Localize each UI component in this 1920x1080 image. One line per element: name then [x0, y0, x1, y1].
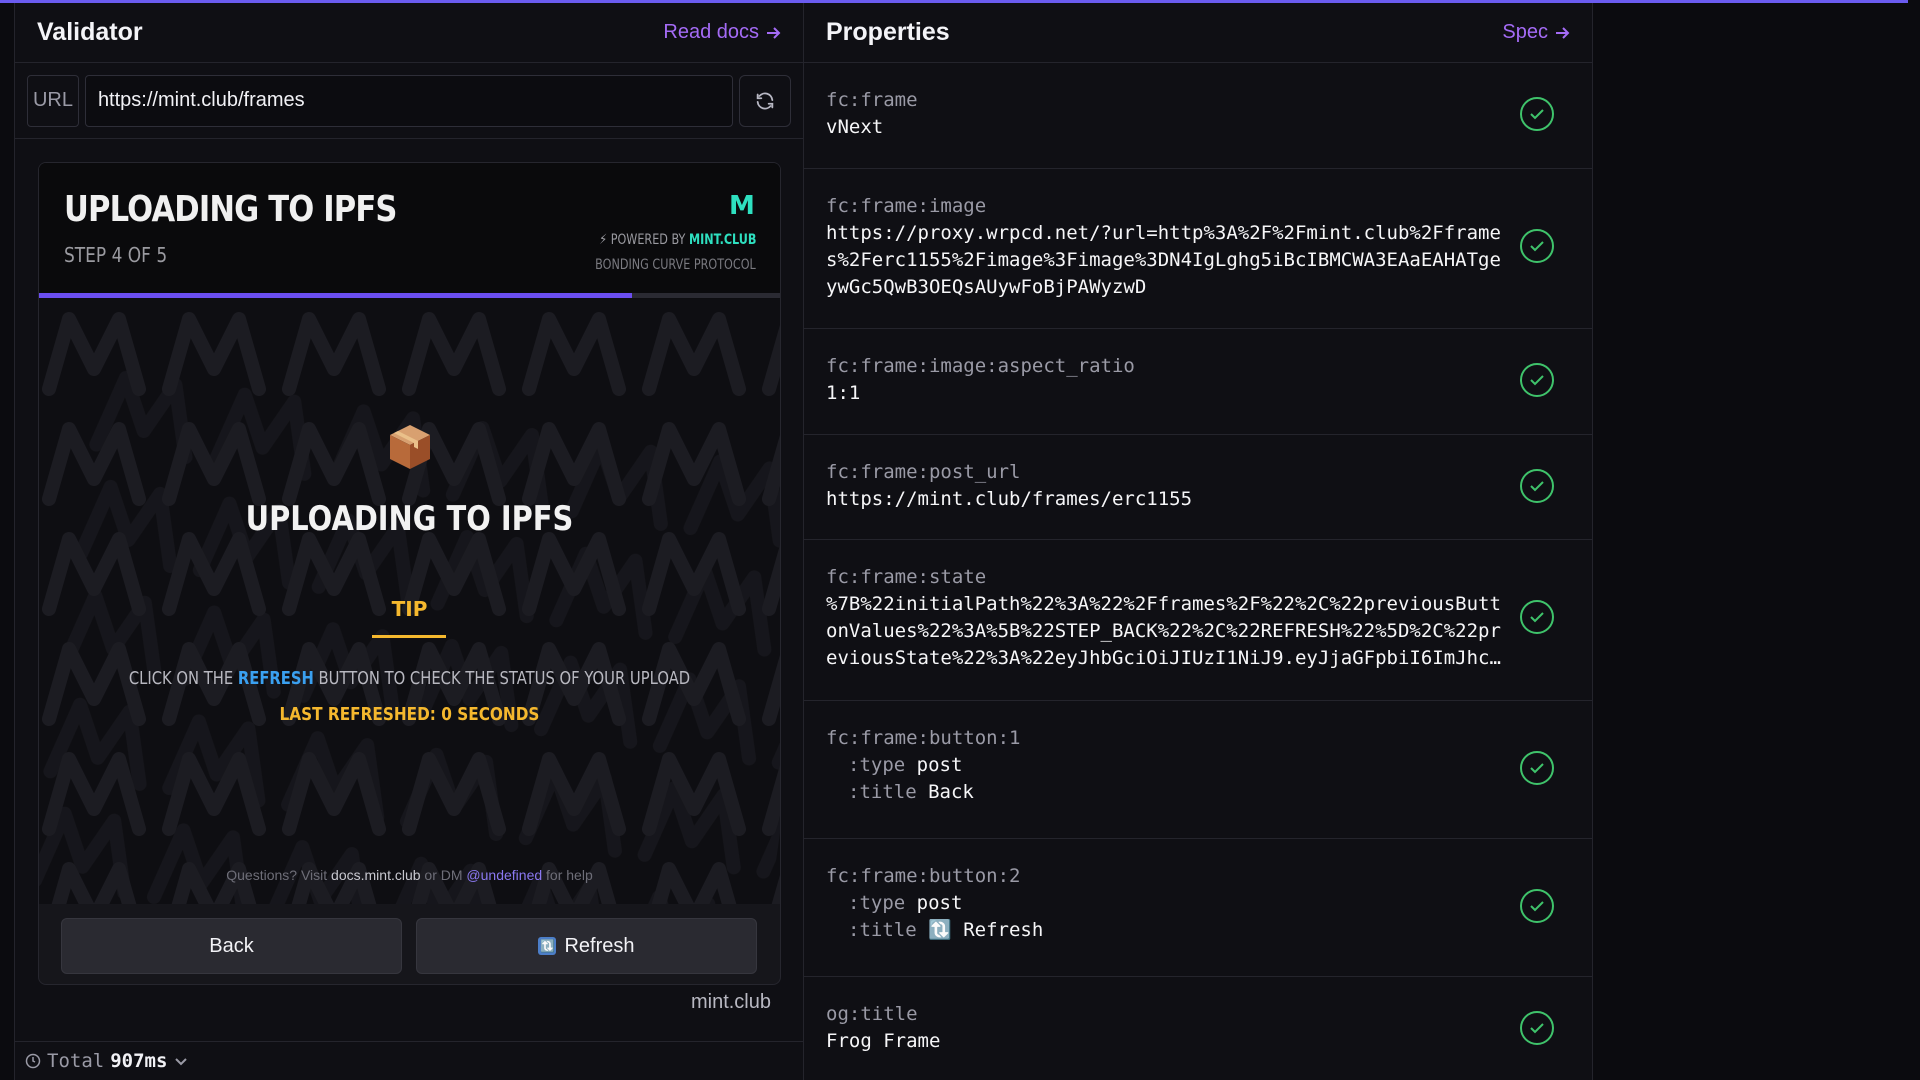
read-docs-link[interactable]: Read docs: [663, 21, 781, 44]
clock-icon: [25, 1053, 41, 1069]
tip-underline: [372, 635, 446, 638]
property-state: fc:frame:state %7B%22initialPath%22%3A%2…: [804, 540, 1592, 701]
total-value: 907ms: [110, 1050, 168, 1072]
refresh-label: Refresh: [564, 934, 635, 957]
property-value: Frog Frame: [826, 1030, 941, 1052]
last-refreshed: LAST REFRESHED: 0 SECONDS: [279, 704, 540, 725]
instr-highlight: REFRESH: [237, 668, 314, 689]
spec-label: Spec: [1502, 21, 1548, 43]
frame-buttons: Back 🔃 Refresh: [61, 918, 757, 974]
validator-title: Validator: [37, 18, 143, 46]
properties-header: Properties Spec: [804, 3, 1592, 63]
sub-value: post: [916, 754, 963, 776]
frame-back-button[interactable]: Back: [61, 918, 402, 974]
refresh-icon: [756, 92, 774, 109]
property-fc-frame-image: fc:frame:image https://proxy.wrpcd.net/?…: [804, 169, 1592, 329]
property-key: fc:frame:button:2: [826, 865, 1021, 887]
mint-club-logo: M: [729, 191, 755, 221]
check-circle-icon: [1520, 1011, 1554, 1045]
property-sub-type: :type post: [826, 752, 1512, 779]
timing-footer[interactable]: Total 907ms: [15, 1041, 803, 1080]
property-sub-type: :type post: [826, 890, 1512, 917]
property-key: fc:frame:image: [826, 195, 987, 217]
property-key: fc:frame:post_url: [826, 461, 1021, 483]
properties-panel: Properties Spec fc:frame vNext fc:frame:…: [804, 3, 1593, 1080]
powered-by: ⚡ POWERED BY MINT.CLUB: [598, 232, 756, 248]
back-label: Back: [209, 934, 254, 957]
powered-brand: MINT.CLUB: [688, 232, 756, 248]
chevron-down-icon: [175, 1058, 188, 1066]
property-sub-title: :title Back: [826, 779, 1512, 806]
sub-key: :title: [848, 919, 917, 941]
sub-value: 🔃 Refresh: [928, 919, 1044, 941]
property-key: fc:frame:state: [826, 566, 987, 588]
sub-key: :title: [848, 781, 917, 803]
check-circle-icon: [1520, 97, 1554, 131]
powered-prefix: POWERED BY: [610, 232, 689, 248]
check-circle-icon: [1520, 469, 1554, 503]
property-value: https://mint.club/frames/erc1155: [826, 488, 1193, 510]
arrow-right-icon: [767, 26, 781, 39]
instr-pre: CLICK ON THE: [128, 668, 238, 689]
property-key: fc:frame:button:1: [826, 727, 1021, 749]
frame-step: STEP 4 OF 5: [64, 243, 168, 267]
properties-title: Properties: [826, 18, 950, 46]
sub-value: post: [916, 892, 963, 914]
help-pre: Questions? Visit: [226, 867, 332, 883]
frame-center-title: UPLOADING TO IPFS: [245, 499, 574, 539]
property-value: %7B%22initialPath%22%3A%22%2Fframes%2F%2…: [826, 593, 1501, 669]
url-row: URL: [15, 63, 803, 139]
validator-panel: Validator Read docs URL U: [14, 3, 804, 1080]
total-label: Total: [47, 1050, 105, 1072]
property-post-url: fc:frame:post_url https://mint.club/fram…: [804, 435, 1592, 540]
frame-host: mint.club: [690, 991, 771, 1013]
progress-fill: [39, 293, 632, 298]
help-mid: or DM: [420, 867, 467, 883]
instr-post: BUTTON TO CHECK THE STATUS OF YOUR UPLOA…: [313, 668, 691, 689]
url-input[interactable]: [84, 74, 734, 127]
frame-refresh-button[interactable]: 🔃 Refresh: [416, 918, 757, 974]
progress-bar: [39, 293, 780, 298]
property-value: 1:1: [826, 382, 861, 404]
check-circle-icon: [1520, 751, 1554, 785]
property-key: og:title: [826, 1003, 918, 1025]
refresh-emoji-icon: 🔃: [538, 937, 557, 955]
help-handle: @undefined: [466, 867, 543, 883]
property-aspect-ratio: fc:frame:image:aspect_ratio 1:1: [804, 329, 1592, 435]
help-docs: docs.mint.club: [331, 867, 421, 883]
arrow-right-icon: [1556, 26, 1570, 39]
property-sub-title: :title 🔃 Refresh: [826, 917, 1512, 944]
sub-value: Back: [928, 781, 974, 803]
spec-link[interactable]: Spec: [1502, 21, 1570, 44]
property-value: vNext: [826, 116, 884, 138]
read-docs-label: Read docs: [663, 21, 759, 43]
check-circle-icon: [1520, 889, 1554, 923]
property-key: fc:frame: [826, 89, 918, 111]
property-key: fc:frame:image:aspect_ratio: [826, 355, 1135, 377]
check-circle-icon: [1520, 229, 1554, 263]
check-circle-icon: [1520, 363, 1554, 397]
property-value: https://proxy.wrpcd.net/?url=http%3A%2F%…: [826, 222, 1501, 298]
property-fc-frame: fc:frame vNext: [804, 63, 1592, 169]
property-button-2: fc:frame:button:2 :type post :title 🔃 Re…: [804, 839, 1592, 977]
frame-heading: UPLOADING TO IPFS: [64, 189, 397, 230]
validator-header: Validator Read docs: [15, 3, 803, 63]
check-circle-icon: [1520, 600, 1554, 634]
url-label: URL: [27, 74, 79, 127]
frame-image: UPLOADING TO IPFS STEP 4 OF 5 M ⚡ POWERE…: [39, 163, 780, 904]
bonding-curve-label: BONDING CURVE PROTOCOL: [595, 257, 756, 273]
property-og-title: og:title Frog Frame: [804, 977, 1592, 1080]
property-list: fc:frame vNext fc:frame:image https://pr…: [804, 63, 1592, 1080]
help-text: Questions? Visit docs.mint.club or DM @u…: [39, 867, 780, 883]
frame-preview-card: UPLOADING TO IPFS STEP 4 OF 5 M ⚡ POWERE…: [38, 162, 781, 985]
help-post: for help: [542, 867, 593, 883]
tip-label: TIP: [391, 597, 428, 621]
property-button-1: fc:frame:button:1 :type post :title Back: [804, 701, 1592, 839]
sub-key: :type: [848, 754, 906, 776]
refresh-instruction: CLICK ON THE REFRESH BUTTON TO CHECK THE…: [106, 668, 714, 689]
package-icon: [390, 425, 430, 469]
sub-key: :type: [848, 892, 906, 914]
reload-url-button[interactable]: [739, 74, 792, 127]
